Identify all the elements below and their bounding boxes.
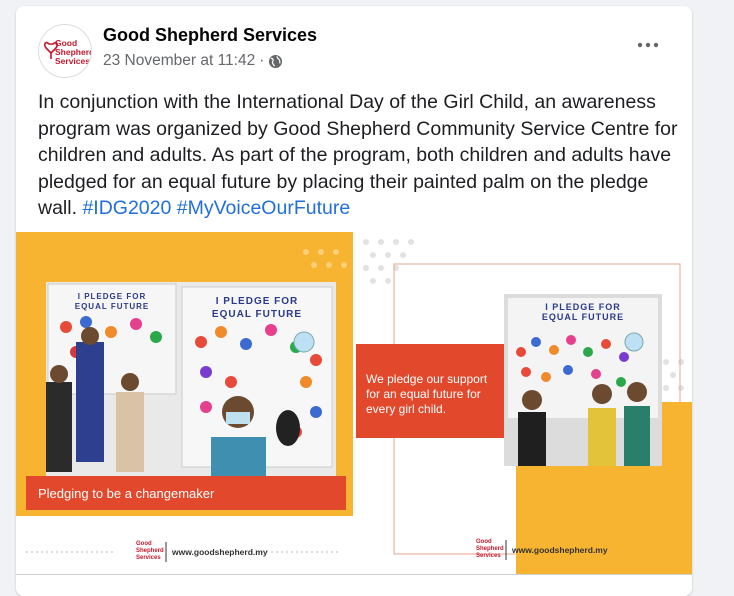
avatar-logo-line3: Services — [55, 56, 90, 66]
footer-url: www.goodshepherd.my — [512, 545, 608, 555]
hashtag-link[interactable]: #MyVoiceOurFuture — [177, 197, 350, 219]
photo-left[interactable]: Pledging to be a changemaker Good Shephe… — [16, 232, 353, 574]
footer-logo-line1: Good — [136, 541, 152, 547]
globe-icon[interactable] — [268, 54, 283, 69]
footer-logo-line2: Shepherd — [476, 546, 504, 552]
meta-separator: · — [259, 52, 265, 69]
photo-left-footer: Good Shepherd Services www.goodshepherd.… — [16, 524, 353, 574]
footer-logo-line2: Shepherd — [136, 548, 164, 554]
post-text: In conjunction with the International Da… — [38, 89, 678, 222]
board-title: EQUAL FUTURE — [211, 309, 303, 320]
photo-grid: Pledging to be a changemaker Good Shephe… — [16, 232, 692, 574]
hashtag-link[interactable]: #IDG2020 — [82, 197, 171, 219]
board-title: I PLEDGE FOR — [215, 296, 299, 307]
board-title: EQUAL FUTURE — [541, 312, 625, 322]
footer-url: www.goodshepherd.my — [172, 547, 268, 557]
photo-left-caption: Pledging to be a changemaker — [26, 476, 346, 510]
footer-logo-line1: Good — [476, 539, 492, 545]
board-title: I PLEDGE FOR — [545, 302, 621, 312]
page-avatar[interactable]: Good Shepherd Services — [38, 24, 92, 78]
photo-right-caption: We pledge our support for an equal futur… — [356, 344, 504, 438]
more-options-button[interactable] — [630, 33, 666, 57]
more-options-icon — [637, 42, 659, 48]
post-meta: 23 November at 11:42 · — [103, 52, 283, 70]
photo-right[interactable]: I PLEDGE FOR EQUAL FUTURE We pledge our … — [356, 232, 692, 574]
post-footer-edge — [16, 574, 692, 596]
post-card: Good Shepherd Services Good Shepherd Ser… — [16, 6, 692, 596]
footer-logo-line3: Services — [476, 553, 501, 559]
photo-right-footer: Good Shepherd Services www.goodshepherd.… — [356, 524, 692, 574]
page-name-link[interactable]: Good Shepherd Services — [103, 25, 317, 46]
footer-logo-line3: Services — [136, 555, 161, 561]
post-timestamp[interactable]: 23 November at 11:42 — [103, 52, 255, 70]
board-title: I PLEDGE FOR — [77, 292, 147, 301]
board-title: EQUAL FUTURE — [74, 302, 150, 311]
photo-left-scene — [16, 249, 353, 526]
